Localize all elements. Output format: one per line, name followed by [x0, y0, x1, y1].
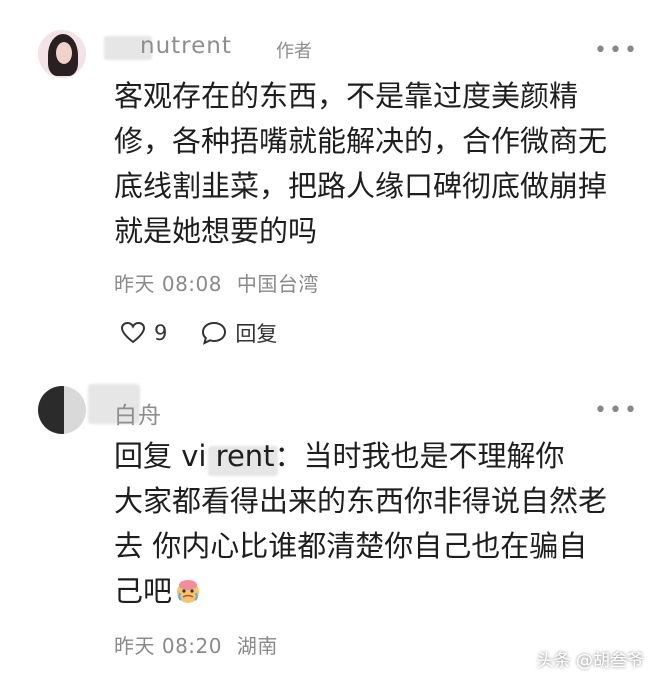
comment-meta: 昨天 08:08 中国台湾 — [114, 268, 319, 297]
avatar[interactable] — [38, 386, 86, 434]
comment-text: 回复 vi rent：当时我也是不理解你 大家都看得出来的东西你非得说自然老 去… — [114, 434, 624, 614]
username[interactable]: nutrent — [140, 33, 232, 59]
comment-meta: 昨天 08:20 湖南 — [114, 630, 278, 659]
like-button[interactable]: 9 — [120, 321, 167, 345]
username[interactable]: 白舟 — [114, 396, 162, 430]
comment-location: 中国台湾 — [236, 272, 319, 296]
author-badge: 作者 — [276, 41, 312, 62]
avatar-face — [56, 42, 72, 64]
comment-line: 修，各种捂嘴就能解决的，合作微商无 — [114, 124, 608, 158]
crying-emoji-icon — [177, 580, 200, 603]
like-count: 9 — [154, 321, 168, 345]
comment-line: 大家都看得出来的东西你非得说自然老 — [114, 484, 608, 518]
comment-text: 客观存在的东西，不是靠过度美颜精 修，各种捂嘴就能解决的，合作微商无 底线割韭菜… — [114, 74, 624, 254]
comment-time: 昨天 08:20 — [114, 634, 222, 658]
comment-time: 昨天 08:08 — [114, 272, 222, 296]
avatar[interactable] — [38, 30, 86, 78]
comment-line: 客观存在的东西，不是靠过度美颜精 — [114, 79, 579, 113]
comment-line: 己吧 — [114, 574, 173, 608]
comment-line: 去 你内心比谁都清楚你自己也在骗自 — [114, 529, 588, 563]
comment-bubble-icon — [202, 321, 227, 345]
more-icon[interactable]: ••• — [594, 398, 639, 423]
reply-button[interactable]: 回复 — [201, 318, 277, 348]
comment-line: 底线割韭菜，把路人缘口碑彻底做崩掉 — [114, 169, 608, 203]
comment-line-with-emoji: 己吧 — [114, 569, 624, 614]
avatar-shade — [38, 386, 64, 434]
comment-line: 回复 vi rent：当时我也是不理解你 — [114, 439, 565, 473]
comment-line: 就是她想要的吗 — [114, 214, 318, 248]
heart-icon — [120, 321, 146, 344]
watermark: 头条 @胡叁爷 — [536, 651, 644, 671]
reply-label: 回复 — [235, 322, 278, 346]
comment-location: 湖南 — [236, 634, 278, 658]
comment-actions: 9 回复 — [120, 318, 311, 348]
more-icon[interactable]: ••• — [594, 38, 639, 63]
